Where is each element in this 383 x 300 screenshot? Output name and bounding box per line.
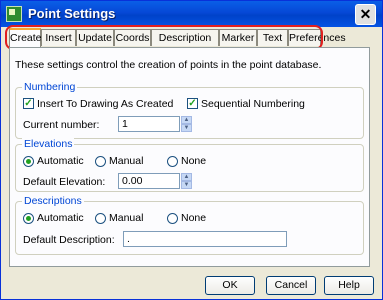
elevation-none-label: None	[181, 155, 207, 167]
spin-down-icon[interactable]: ▼	[181, 181, 192, 189]
checkmark-icon: ✓	[24, 98, 33, 109]
spin-down-icon[interactable]: ▼	[181, 124, 192, 132]
window-title: Point Settings	[28, 6, 116, 21]
current-number-label: Current number:	[23, 119, 100, 131]
ok-button[interactable]: OK	[205, 276, 255, 295]
description-automatic-radio[interactable]	[23, 213, 34, 224]
sequential-numbering-label: Sequential Numbering	[201, 98, 305, 110]
elevation-none-radio[interactable]	[167, 156, 178, 167]
insert-to-drawing-checkbox[interactable]: ✓	[23, 98, 34, 109]
elevation-manual-label: Manual	[109, 155, 144, 167]
sequential-numbering-checkbox[interactable]: ✓	[187, 98, 198, 109]
spin-up-icon[interactable]: ▲	[181, 116, 192, 124]
title-bar: Point Settings ✕	[1, 1, 382, 27]
default-description-label: Default Description:	[23, 234, 115, 246]
intro-text: These settings control the creation of p…	[15, 59, 322, 71]
spin-up-icon[interactable]: ▲	[181, 173, 192, 181]
current-number-input[interactable]: 1	[118, 116, 180, 132]
app-icon	[6, 6, 22, 22]
description-manual-radio[interactable]	[95, 213, 106, 224]
descriptions-group-label: Descriptions	[22, 195, 84, 207]
insert-to-drawing-label: Insert To Drawing As Created	[37, 98, 174, 110]
close-icon: ✕	[359, 6, 372, 22]
description-none-radio[interactable]	[167, 213, 178, 224]
elevation-automatic-radio[interactable]	[23, 156, 34, 167]
elevations-group-label: Elevations	[22, 138, 75, 150]
default-elevation-input[interactable]: 0.00	[118, 173, 180, 189]
numbering-group-label: Numbering	[22, 81, 78, 93]
checkmark-icon: ✓	[188, 98, 197, 109]
description-none-label: None	[181, 212, 207, 224]
current-number-spinner[interactable]: ▲ ▼	[181, 116, 192, 132]
close-button[interactable]: ✕	[355, 4, 376, 25]
description-automatic-label: Automatic	[37, 212, 84, 224]
elevation-manual-radio[interactable]	[95, 156, 106, 167]
default-description-input[interactable]: .	[123, 231, 287, 247]
cancel-button[interactable]: Cancel	[266, 276, 316, 295]
help-button[interactable]: Help	[324, 276, 374, 295]
point-settings-dialog: Point Settings ✕ Create Insert Update Co…	[0, 0, 383, 300]
description-manual-label: Manual	[109, 212, 144, 224]
default-elevation-label: Default Elevation:	[23, 176, 106, 188]
default-elevation-spinner[interactable]: ▲ ▼	[181, 173, 192, 189]
elevation-automatic-label: Automatic	[37, 155, 84, 167]
